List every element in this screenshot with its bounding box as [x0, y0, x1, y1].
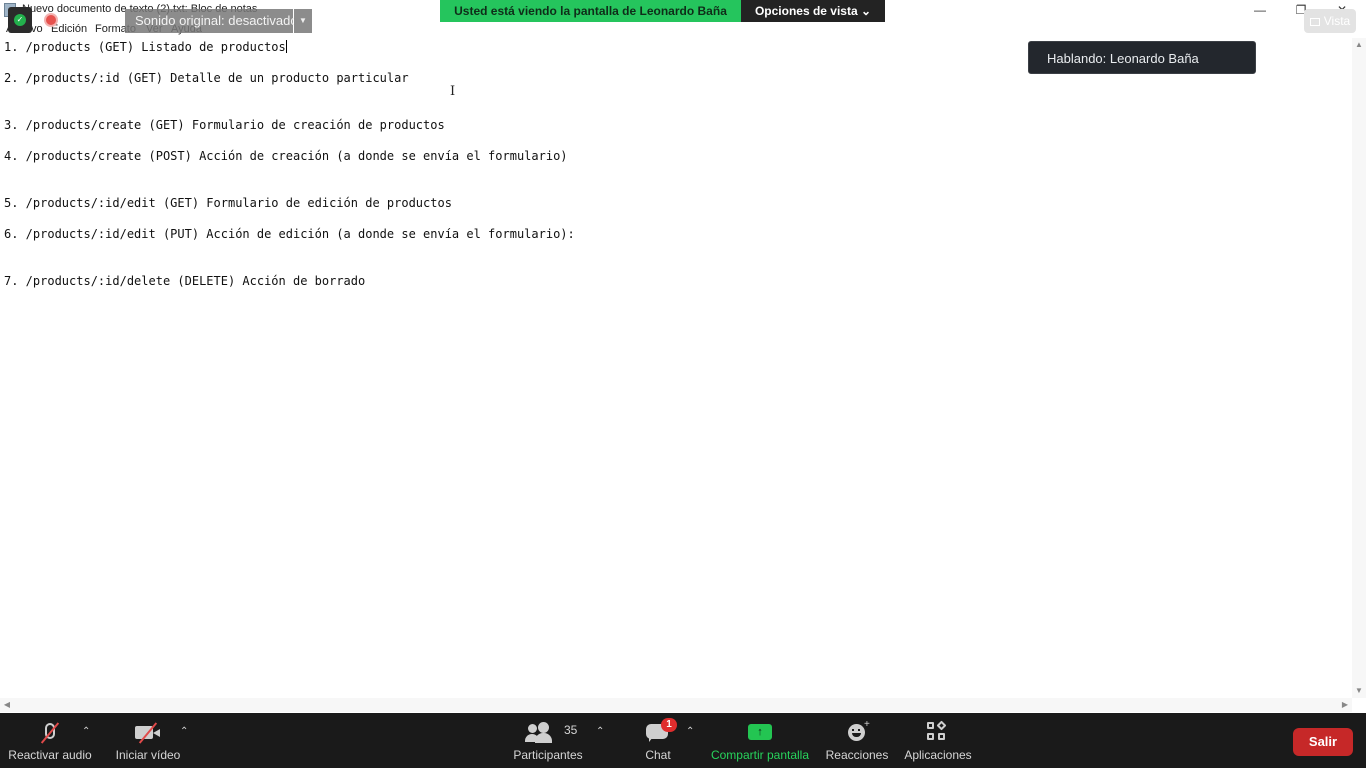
- share-screen-label: Compartir pantalla: [710, 748, 810, 762]
- participants-count: 35: [564, 723, 578, 737]
- chevron-down-icon[interactable]: ▼: [294, 9, 312, 33]
- text-line: 2. /products/:id (GET) Detalle de un pro…: [4, 71, 409, 85]
- apps-button[interactable]: Aplicaciones: [900, 713, 976, 768]
- audio-label: Reactivar audio: [8, 748, 92, 762]
- unmute-audio-button[interactable]: Reactivar audio: [6, 713, 94, 768]
- text-line: 4. /products/create (POST) Acción de cre…: [4, 149, 568, 163]
- menu-edicion[interactable]: Edición: [51, 23, 87, 35]
- chat-label: Chat: [645, 748, 671, 762]
- text-line-content: 1. /products (GET) Listado de productos: [4, 40, 286, 54]
- text-line: 7. /products/:id/delete (DELETE) Acción …: [4, 274, 366, 288]
- text-line: 3. /products/create (GET) Formulario de …: [4, 118, 445, 132]
- chat-button[interactable]: Chat: [630, 713, 686, 768]
- chevron-down-icon: ⌄: [860, 4, 872, 18]
- scroll-right-icon[interactable]: ▶: [1338, 698, 1352, 712]
- grid-icon: [1309, 17, 1320, 26]
- share-screen-icon: ↑: [746, 721, 774, 743]
- original-sound-button[interactable]: Sonido original: desactivado: [125, 9, 298, 33]
- text-cursor-icon: I: [450, 84, 456, 99]
- security-shield-icon[interactable]: ✓: [8, 7, 32, 33]
- active-speaker-indicator: Hablando: Leonardo Baña: [1028, 41, 1256, 74]
- view-options-label: Opciones de vista: [754, 4, 858, 18]
- screen-share-banner: Usted está viendo la pantalla de Leonard…: [440, 0, 741, 22]
- participants-options-caret-icon[interactable]: ⌃: [596, 726, 604, 737]
- text-line: 6. /products/:id/edit (PUT) Acción de ed…: [4, 227, 575, 241]
- recording-icon[interactable]: [44, 13, 58, 27]
- participants-label: Participantes: [513, 748, 583, 762]
- view-button[interactable]: Vista: [1304, 9, 1356, 33]
- meeting-toolbar: Reactivar audio ⌃ Iniciar vídeo ⌃ 35 Par…: [0, 713, 1366, 768]
- reactions-label: Reacciones: [825, 748, 889, 762]
- text-line: 1. /products (GET) Listado de productos: [4, 40, 287, 54]
- participants-button[interactable]: 35 Participantes: [510, 713, 586, 768]
- scroll-down-icon[interactable]: ▼: [1352, 684, 1366, 698]
- leave-meeting-button[interactable]: Salir: [1293, 728, 1353, 756]
- chat-options-caret-icon[interactable]: ⌃: [686, 726, 694, 737]
- smiley-icon: +: [843, 719, 871, 743]
- view-options-button[interactable]: Opciones de vista ⌄: [741, 0, 885, 22]
- text-editor[interactable]: 1. /products (GET) Listado de productos …: [0, 38, 1352, 698]
- apps-icon: [924, 720, 952, 743]
- video-options-caret-icon[interactable]: ⌃: [180, 726, 188, 737]
- chat-unread-badge: 1: [661, 718, 677, 732]
- check-icon: ✓: [14, 14, 26, 26]
- video-label: Iniciar vídeo: [115, 748, 181, 762]
- minimize-button[interactable]: —: [1240, 0, 1280, 20]
- scroll-left-icon[interactable]: ◀: [0, 698, 14, 712]
- vertical-scrollbar[interactable]: ▲ ▼: [1352, 38, 1366, 698]
- reactions-button[interactable]: + Reacciones: [824, 713, 890, 768]
- share-screen-button[interactable]: ↑ Compartir pantalla: [706, 713, 814, 768]
- view-label: Vista: [1323, 14, 1351, 28]
- apps-label: Aplicaciones: [904, 748, 972, 762]
- horizontal-scrollbar[interactable]: ◀ ▶: [0, 698, 1352, 712]
- scroll-up-icon[interactable]: ▲: [1352, 38, 1366, 52]
- text-caret: [285, 40, 287, 53]
- audio-options-caret-icon[interactable]: ⌃: [82, 726, 90, 737]
- microphone-muted-icon: [36, 721, 64, 744]
- participants-icon: [524, 721, 553, 743]
- start-video-button[interactable]: Iniciar vídeo: [110, 713, 186, 768]
- text-line: 5. /products/:id/edit (GET) Formulario d…: [4, 196, 452, 210]
- camera-off-icon: [134, 721, 162, 744]
